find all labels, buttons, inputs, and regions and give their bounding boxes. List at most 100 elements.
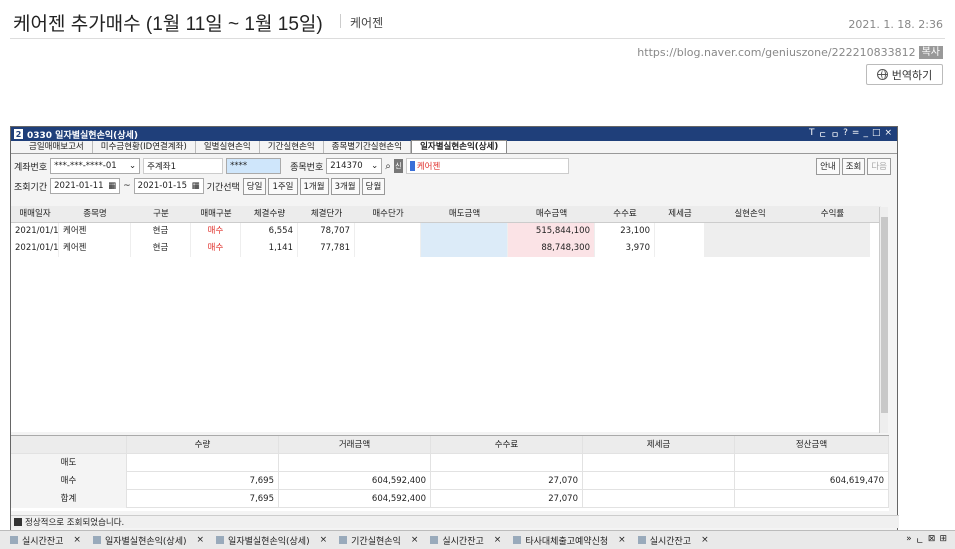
- calendar-icon[interactable]: ▦: [192, 181, 200, 191]
- summary-cell: [583, 490, 735, 508]
- date-to-input[interactable]: 2021-01-15 ▦: [133, 178, 204, 194]
- window-titlebar[interactable]: 2 0330 일자별실현손익(상세) T ㄷㅁ? = _ □ ×: [11, 127, 897, 141]
- account-select[interactable]: ***-***-****-01 ⌄: [50, 158, 141, 174]
- tab-4[interactable]: 종목별기간실현손익: [324, 141, 412, 153]
- table-row[interactable]: 2021/01/13케어젠현금매수1,14177,781 88,748,3003,…: [11, 240, 881, 257]
- query-button[interactable]: 조회: [841, 157, 866, 175]
- column-header[interactable]: 매매구분: [191, 206, 241, 223]
- calendar-icon[interactable]: ▦: [108, 181, 116, 191]
- password-field[interactable]: ****: [226, 158, 282, 174]
- column-header[interactable]: 매도금액: [421, 206, 508, 223]
- column-header[interactable]: 구분: [131, 206, 191, 223]
- taskbar-tab-label: 일자별실현손익(상세): [228, 536, 310, 547]
- tab-5[interactable]: 일자별실현손익(상세): [411, 140, 508, 153]
- close-icon[interactable]: ×: [494, 535, 502, 545]
- close-icon[interactable]: ×: [73, 535, 81, 545]
- period-button[interactable]: 3개월: [330, 177, 360, 195]
- column-header[interactable]: 수수료: [595, 206, 655, 223]
- translate-button[interactable]: 번역하기: [866, 64, 943, 85]
- column-header[interactable]: 매수단가: [355, 206, 421, 223]
- taskbar-tab[interactable]: 실시간잔고 ×: [4, 534, 87, 547]
- screen-icon: [10, 536, 18, 544]
- tab-3[interactable]: 기간실현손익: [260, 141, 324, 153]
- taskbar-tab-label: 일자별실현손익(상세): [104, 536, 187, 547]
- column-header[interactable]: 수익률: [795, 206, 870, 223]
- table-cell: 23,100: [595, 223, 655, 240]
- window-control-button[interactable]: T: [809, 128, 815, 141]
- next-button[interactable]: 다음: [867, 157, 891, 175]
- table-row[interactable]: 2021/01/11케어젠현금매수6,55478,707 515,844,1002…: [11, 223, 881, 240]
- window-control-button[interactable]: ㄷ: [819, 128, 827, 141]
- window-control-button[interactable]: ?: [843, 128, 848, 141]
- close-icon[interactable]: ×: [320, 535, 328, 545]
- window-control-button[interactable]: =: [852, 128, 860, 141]
- scrollbar-thumb[interactable]: [881, 217, 888, 413]
- stock-color-marker: [409, 161, 415, 171]
- period-button[interactable]: 당월: [361, 177, 386, 195]
- table-cell: 88,748,300: [508, 240, 595, 257]
- table-cell: [355, 223, 421, 240]
- taskbar-tab[interactable]: 기간실현손익 ×: [333, 534, 424, 547]
- column-header[interactable]: 실현손익: [705, 206, 795, 223]
- summary-cell: 합계: [11, 490, 127, 508]
- stock-code-label: 종목번호: [290, 162, 324, 173]
- guide-button[interactable]: 안내: [816, 157, 840, 175]
- close-icon[interactable]: ×: [411, 535, 419, 545]
- taskbar-control-icon[interactable]: ⊠: [928, 534, 936, 547]
- taskbar-control-icon[interactable]: ⊞: [939, 534, 947, 547]
- header-divider: [10, 38, 945, 39]
- screen-tabs: 금일매매보고서 미수금현황(ID연결계좌) 일별실현손익 기간실현손익 종목별기간실현손…: [11, 140, 897, 154]
- search-icon[interactable]: ⌕: [385, 161, 391, 172]
- period-button[interactable]: 당일: [242, 177, 267, 195]
- taskbar-control-icon[interactable]: ㄴ: [916, 534, 924, 547]
- summary-column-header: [11, 436, 127, 454]
- stock-code-select[interactable]: 214370 ⌄: [326, 158, 383, 174]
- summary-cell: 매수: [11, 472, 127, 490]
- taskbar-control-icon[interactable]: »: [906, 534, 912, 547]
- tab-2[interactable]: 일별실현손익: [196, 141, 260, 153]
- title-divider: [340, 14, 341, 28]
- close-icon[interactable]: ×: [618, 535, 626, 545]
- taskbar-tab[interactable]: 일자별실현손익(상세) ×: [210, 534, 333, 547]
- summary-column-header: 수량: [127, 436, 279, 454]
- stock-info-icon[interactable]: 신: [393, 159, 403, 173]
- copy-url-button[interactable]: 복사: [918, 46, 943, 59]
- column-header[interactable]: 종목명: [59, 206, 131, 223]
- table-cell: 2021/01/11: [11, 223, 59, 240]
- blog-category[interactable]: 케어젠: [350, 14, 383, 31]
- summary-column-header: 정산금액: [735, 436, 889, 454]
- screen-icon: [216, 536, 225, 544]
- table-cell: [795, 223, 870, 240]
- window-control-button[interactable]: _: [863, 128, 868, 141]
- column-header[interactable]: 매매일자: [11, 206, 59, 223]
- window-control-button[interactable]: □: [872, 128, 881, 141]
- column-header[interactable]: 체결수량: [241, 206, 298, 223]
- tab-0[interactable]: 금일매매보고서: [21, 141, 93, 153]
- table-cell: [705, 240, 795, 257]
- column-header[interactable]: 체결단가: [298, 206, 355, 223]
- taskbar-tab[interactable]: 실시간잔고 ×: [632, 534, 715, 547]
- taskbar-tab[interactable]: 타사대체출고예약신청 ×: [507, 534, 631, 547]
- window-title: 0330 일자별실현손익(상세): [27, 130, 138, 141]
- summary-cell: [279, 454, 431, 472]
- post-date: 2021. 1. 18. 2:36: [848, 18, 943, 31]
- tab-1[interactable]: 미수금현황(ID연결계좌): [93, 141, 196, 153]
- column-header[interactable]: 매수금액: [508, 206, 595, 223]
- date-from-input[interactable]: 2021-01-11 ▦: [50, 178, 121, 194]
- window-control-button[interactable]: ×: [884, 128, 892, 141]
- table-cell: [655, 223, 705, 240]
- table-cell: [655, 240, 705, 257]
- taskbar-tab[interactable]: 일자별실현손익(상세) ×: [87, 534, 210, 547]
- taskbar-tab[interactable]: 실시간잔고 ×: [424, 534, 507, 547]
- stock-name-field: 케어젠: [405, 158, 569, 174]
- grid-scrollbar[interactable]: [879, 207, 888, 433]
- column-header[interactable]: 제세금: [655, 206, 705, 223]
- window-control-button[interactable]: ㅁ: [831, 128, 839, 141]
- summary-cell: 매도: [11, 454, 127, 472]
- summary-table: 수량 거래금액 수수료 제세금 정산금액 매도 매수 7,695 604,592,400 27,0…: [11, 435, 889, 511]
- period-button[interactable]: 1개월: [299, 177, 329, 195]
- close-icon[interactable]: ×: [701, 535, 709, 545]
- table-cell: 77,781: [298, 240, 355, 257]
- close-icon[interactable]: ×: [197, 535, 205, 545]
- period-button[interactable]: 1주일: [268, 177, 298, 195]
